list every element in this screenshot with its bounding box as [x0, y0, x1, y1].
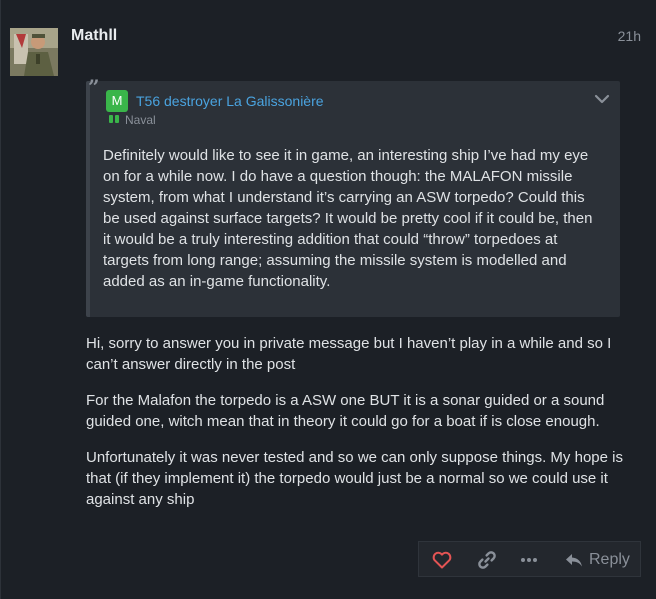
more-button[interactable] [518, 550, 540, 570]
post-date[interactable]: 21h [618, 28, 641, 44]
category-badge-icon [109, 115, 120, 123]
heart-icon [432, 551, 452, 569]
link-icon [477, 550, 497, 570]
topic-avatar-icon: M [106, 90, 128, 112]
post-paragraph: Unfortunately it was never tested and so… [86, 449, 623, 508]
quote-mark-icon: ” [88, 75, 100, 99]
reply-button[interactable]: Reply [565, 550, 635, 570]
avatar[interactable] [10, 28, 58, 76]
more-icon [520, 557, 538, 563]
chevron-down-icon[interactable] [594, 92, 610, 104]
post-paragraph: Hi, sorry to answer you in private messa… [86, 335, 612, 373]
like-button[interactable] [431, 550, 453, 570]
post: Mathll 21h ” M T56 destroyer La Galisson… [0, 0, 656, 599]
quote-text: Definitely would like to see it in game,… [103, 147, 593, 290]
quote-block: ” M T56 destroyer La Galissonière Naval … [86, 77, 620, 317]
post-body: Hi, sorry to answer you in private messa… [86, 333, 626, 525]
category-name[interactable]: Naval [125, 113, 156, 127]
reply-label: Reply [589, 551, 630, 568]
copy-link-button[interactable] [476, 550, 498, 570]
post-actions: Reply [418, 541, 641, 577]
post-paragraph: For the Malafon the torpedo is a ASW one… [86, 392, 605, 430]
author-name[interactable]: Mathll [71, 27, 117, 45]
quoted-topic-link[interactable]: T56 destroyer La Galissonière [136, 93, 324, 109]
reply-icon [565, 552, 583, 568]
